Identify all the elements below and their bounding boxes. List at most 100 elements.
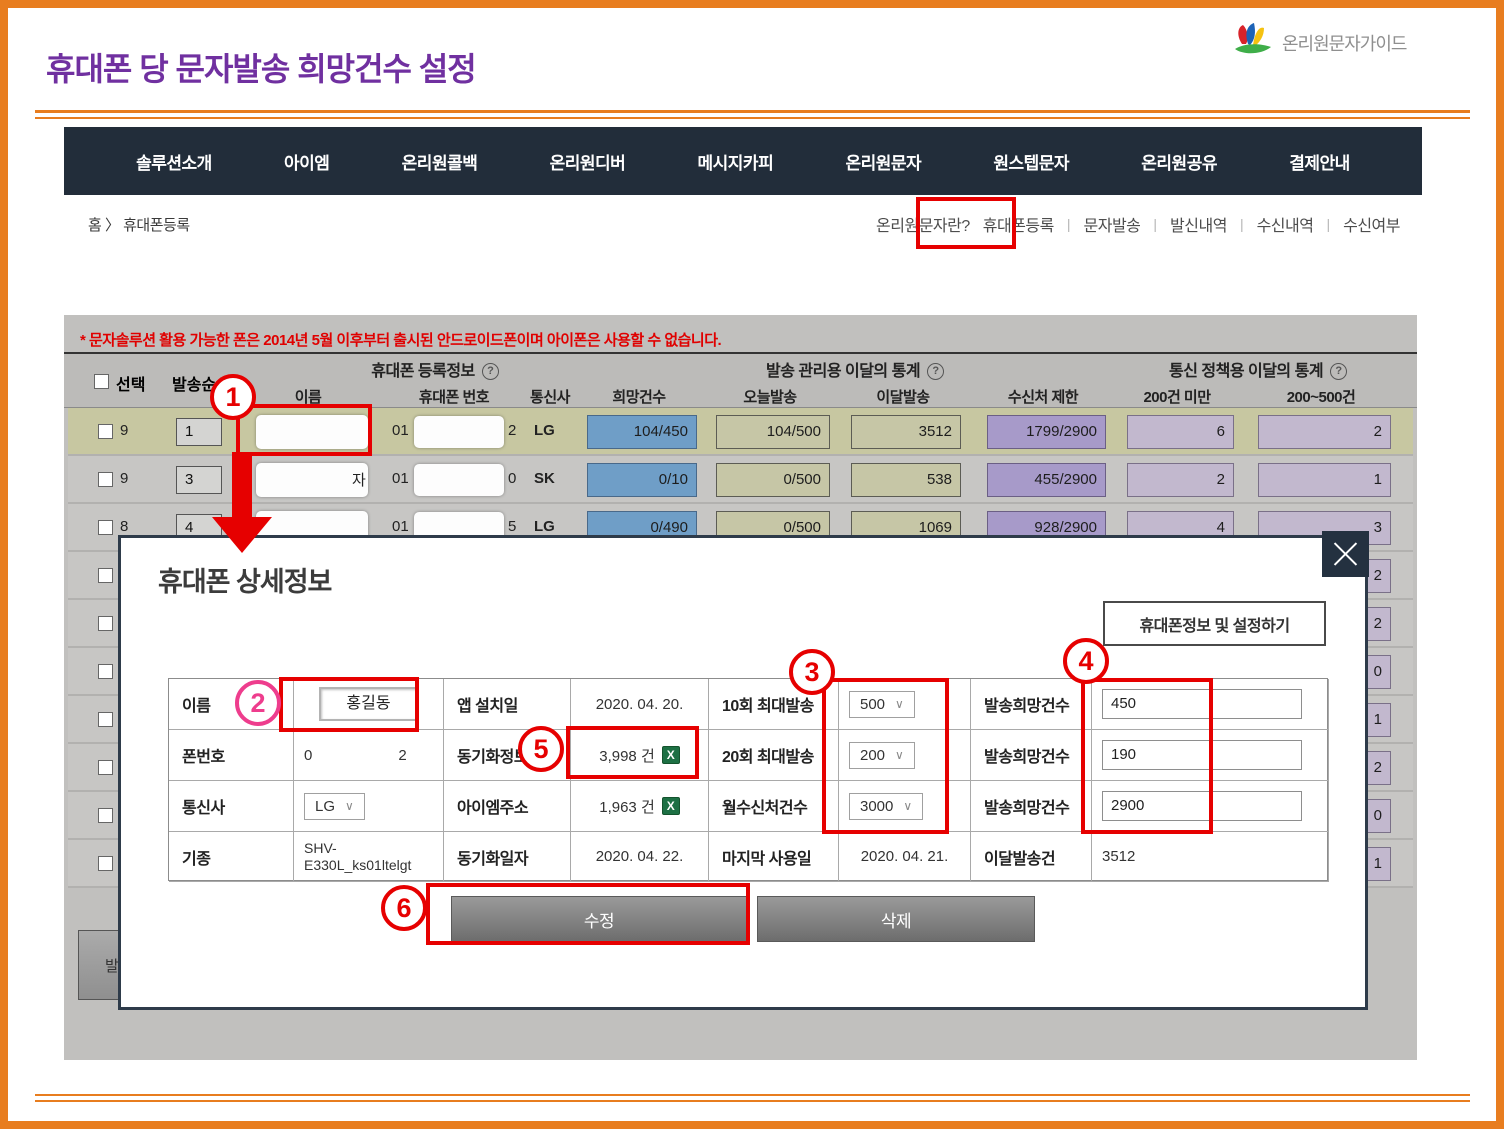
row-checkbox[interactable] bbox=[98, 520, 113, 535]
row-checkbox[interactable] bbox=[98, 760, 113, 775]
form-label: 마지막 사용일 bbox=[709, 832, 839, 882]
form-value-excel: 3,998 건 X bbox=[571, 730, 709, 781]
row-select-count: 8 bbox=[120, 518, 128, 535]
form-dropdown[interactable]: 500 ∨ bbox=[849, 691, 915, 718]
nav-item-5[interactable]: 메시지카피 bbox=[698, 149, 774, 174]
form-label: 20회 최대발송 bbox=[709, 730, 839, 781]
name-input[interactable]: 홍길동 bbox=[319, 687, 419, 721]
column-header-8: 200건 미만 bbox=[1107, 386, 1247, 407]
phone-prefix: 0 bbox=[304, 747, 312, 764]
help-icon[interactable]: ? bbox=[927, 363, 944, 380]
column-header-6: 이달발송 bbox=[833, 386, 973, 407]
nav-item-3[interactable]: 온리원콜백 bbox=[402, 149, 478, 174]
row-checkbox[interactable] bbox=[98, 568, 113, 583]
row-checkbox[interactable] bbox=[98, 616, 113, 631]
carrier-label: LG bbox=[534, 518, 555, 535]
form-value-text: 2020. 04. 22. bbox=[571, 832, 709, 882]
column-group-2: 발송 관리용 이달의 통계 ? bbox=[675, 357, 1035, 381]
nav-item-6[interactable]: 온리원문자 bbox=[845, 149, 921, 174]
select-column-label: 선택 bbox=[116, 371, 145, 395]
row-checkbox[interactable] bbox=[98, 664, 113, 679]
dropdown-value: 500 bbox=[860, 696, 885, 713]
form-value-plain: 3512 bbox=[1092, 832, 1329, 882]
nav-item-9[interactable]: 결제안내 bbox=[1289, 149, 1350, 174]
form-text-input[interactable]: 450 bbox=[1102, 689, 1302, 719]
excel-download-icon[interactable]: X bbox=[662, 746, 680, 764]
form-value-input: 190 bbox=[1092, 730, 1329, 781]
delete-button[interactable]: 삭제 bbox=[757, 896, 1035, 942]
form-dropdown[interactable]: 200 ∨ bbox=[849, 742, 915, 769]
form-label: 앱 설치일 bbox=[444, 679, 571, 730]
help-icon[interactable]: ? bbox=[1330, 363, 1347, 380]
row-checkbox[interactable] bbox=[98, 856, 113, 871]
form-dropdown[interactable]: 3000∨ bbox=[849, 793, 923, 820]
phone-prefix: 01 bbox=[392, 470, 409, 487]
phone-prefix: 01 bbox=[392, 518, 409, 535]
phone-info-settings-button[interactable]: 휴대폰정보 및 설정하기 bbox=[1103, 601, 1326, 646]
select-all-checkbox[interactable] bbox=[94, 374, 109, 389]
form-label: 아이엠주소 bbox=[444, 781, 571, 832]
page-title: 휴대폰 당 문자발송 희망건수 설정 bbox=[46, 44, 476, 90]
edit-button[interactable]: 수정 bbox=[451, 896, 747, 942]
nav-item-8[interactable]: 온리원공유 bbox=[1141, 149, 1217, 174]
device-model-text: SHV-E330L_ks01ltelgt bbox=[304, 840, 411, 874]
subnav-item-6[interactable]: 수신여부 bbox=[1343, 212, 1400, 236]
send-order-input[interactable]: 3 bbox=[176, 466, 222, 494]
subnav-separator: | bbox=[1067, 216, 1071, 232]
chevron-down-icon: ∨ bbox=[895, 748, 904, 762]
form-label: 발송희망건수 bbox=[971, 730, 1092, 781]
send-order-input[interactable]: 1 bbox=[176, 418, 222, 446]
divider bbox=[35, 1094, 1470, 1096]
subnav-item-4[interactable]: 발신내역 bbox=[1170, 212, 1227, 236]
subnav-item-2[interactable]: 휴대폰등록 bbox=[983, 212, 1054, 236]
divider bbox=[35, 117, 1470, 119]
form-value-select: LG∨ bbox=[294, 781, 444, 832]
excel-download-icon[interactable]: X bbox=[662, 797, 680, 815]
carrier-label: SK bbox=[534, 470, 555, 487]
row-checkbox[interactable] bbox=[98, 808, 113, 823]
carrier-label: LG bbox=[534, 422, 555, 439]
brand-logo: 온리원문자가이드 bbox=[1232, 22, 1406, 63]
phone-prefix: 01 bbox=[392, 422, 409, 439]
row-checkbox[interactable] bbox=[98, 424, 113, 439]
help-icon[interactable]: ? bbox=[482, 363, 499, 380]
order-column-label: 발송순서 bbox=[172, 371, 231, 395]
subnav-item-3[interactable]: 문자발송 bbox=[1084, 212, 1141, 236]
close-icon[interactable] bbox=[1322, 531, 1369, 577]
warning-text: * 문자솔루션 활용 가능한 폰은 2014년 5월 이후부터 출시된 안드로이… bbox=[80, 329, 721, 350]
form-dropdown[interactable]: LG∨ bbox=[304, 793, 365, 820]
dropdown-value: 200 bbox=[860, 747, 885, 764]
row-checkbox[interactable] bbox=[98, 712, 113, 727]
column-header-9: 200~500건 bbox=[1251, 386, 1391, 407]
chevron-down-icon: ∨ bbox=[895, 697, 904, 711]
today-sent-cell: 0/500 bbox=[716, 463, 830, 497]
form-value-input: 450 bbox=[1092, 679, 1329, 730]
column-header-1: 이름 bbox=[238, 386, 378, 407]
subnav-separator: | bbox=[1153, 216, 1157, 232]
form-value-text: 2020. 04. 20. bbox=[571, 679, 709, 730]
row-checkbox[interactable] bbox=[98, 472, 113, 487]
table-row: 91012LG104/450104/50035121799/290062 bbox=[68, 408, 1413, 456]
count-text: 3,998 건 bbox=[599, 745, 655, 766]
hope-count-cell: 104/450 bbox=[587, 415, 697, 449]
form-label: 월수신처건수 bbox=[709, 781, 839, 832]
subnav-item-5[interactable]: 수신내역 bbox=[1257, 212, 1314, 236]
form-text-input[interactable]: 2900 bbox=[1102, 791, 1302, 821]
form-value-model: SHV-E330L_ks01ltelgt bbox=[294, 832, 444, 882]
sub-navbar: 온리원문자란?휴대폰등록|문자발송|발신내역|수신내역|수신여부 bbox=[876, 212, 1400, 236]
nav-item-2[interactable]: 아이엠 bbox=[284, 149, 329, 174]
today-sent-cell: 104/500 bbox=[716, 415, 830, 449]
subnav-item-1[interactable]: 온리원문자란? bbox=[876, 212, 970, 236]
form-value-excel: 1,963 건X bbox=[571, 781, 709, 832]
form-text-input[interactable]: 190 bbox=[1102, 740, 1302, 770]
nav-item-7[interactable]: 원스텝문자 bbox=[993, 149, 1069, 174]
nav-item-1[interactable]: 솔루션소개 bbox=[136, 149, 212, 174]
form-value-text: 2020. 04. 21. bbox=[839, 832, 971, 882]
under-200-cell: 6 bbox=[1127, 415, 1234, 449]
form-value-input: 2900 bbox=[1092, 781, 1329, 832]
form-value-select: 500 ∨ bbox=[839, 679, 971, 730]
form-label: 발송희망건수 bbox=[971, 679, 1092, 730]
flower-logo-icon bbox=[1232, 22, 1274, 63]
column-group-1: 휴대폰 등록정보 ? bbox=[295, 357, 575, 381]
nav-item-4[interactable]: 온리원디버 bbox=[550, 149, 626, 174]
